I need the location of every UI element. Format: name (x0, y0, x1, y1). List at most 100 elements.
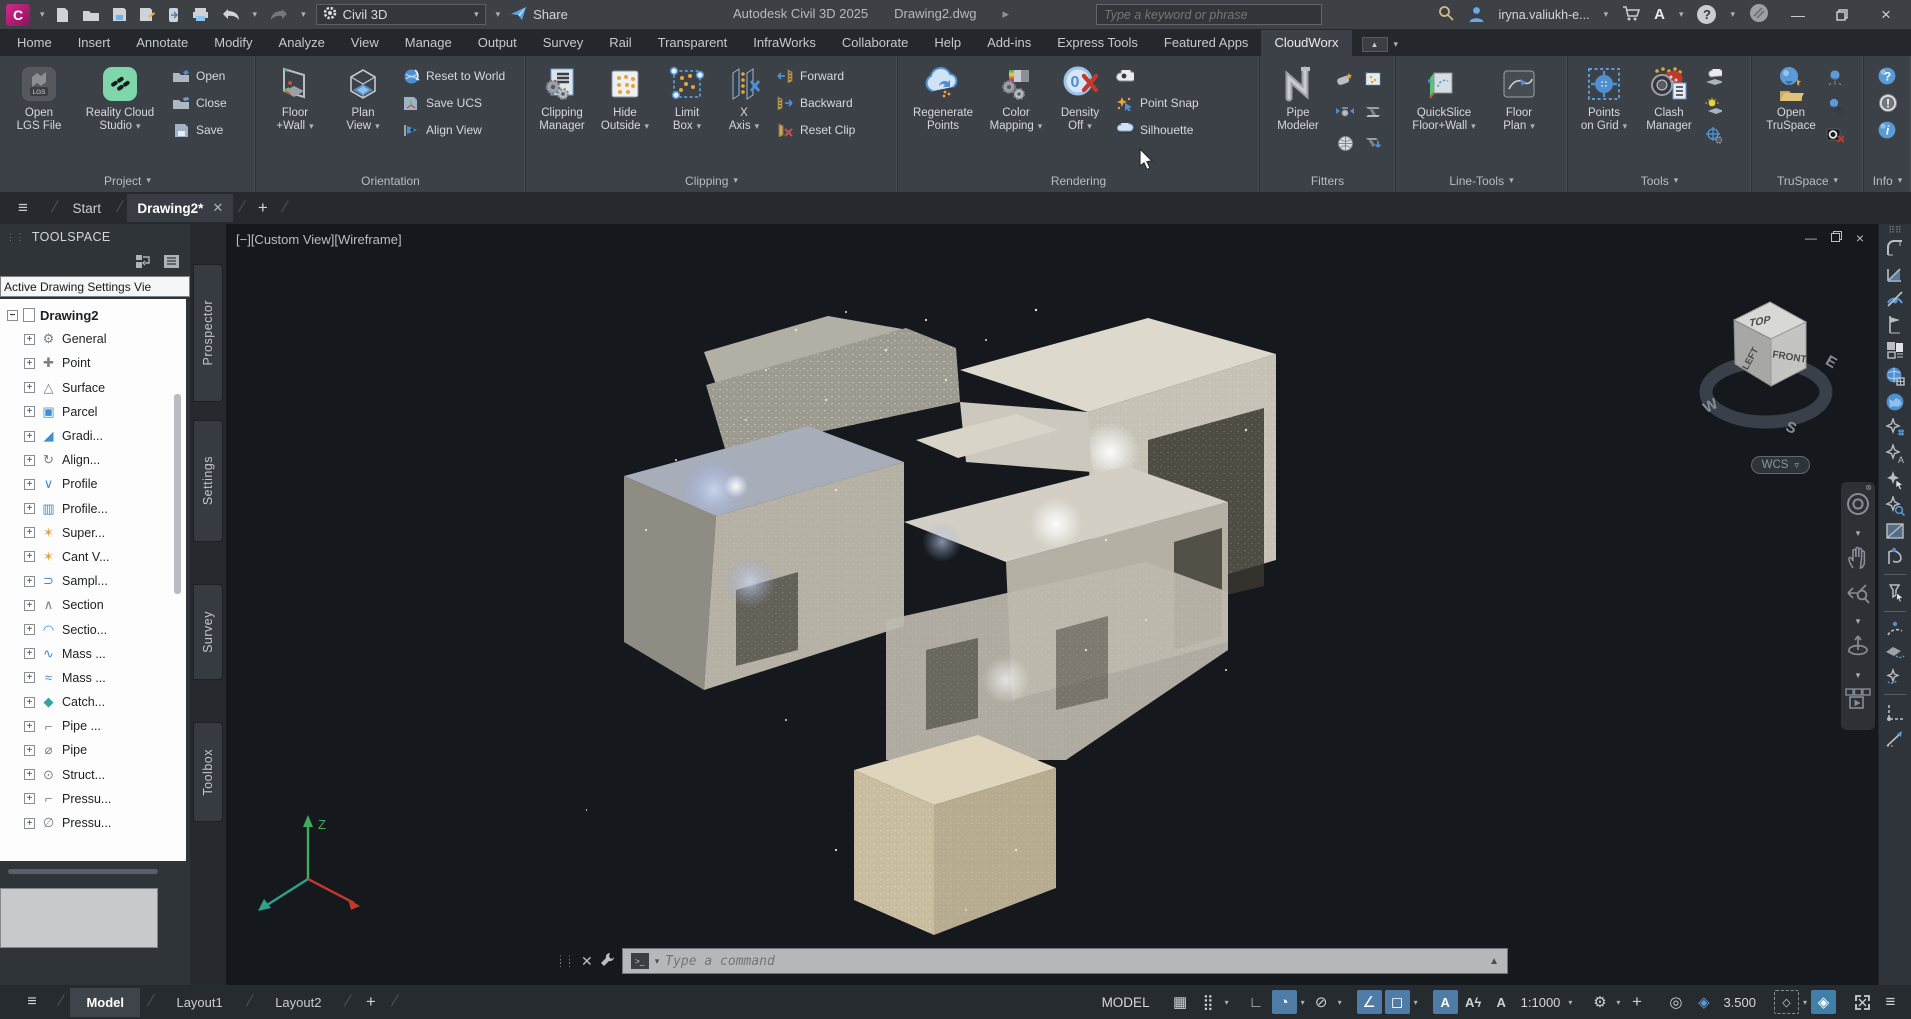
grid-display-icon[interactable]: ▦ (1168, 990, 1193, 1014)
tree-item-superelevation[interactable]: +✶Super... (0, 521, 186, 545)
snap-mode-icon[interactable]: ⣿ (1196, 990, 1221, 1014)
print-icon[interactable] (192, 7, 209, 22)
hide-outside-button[interactable]: Hide Outside▾ (594, 62, 656, 133)
tab-drawing2[interactable]: Drawing2*✕ (127, 194, 233, 222)
command-expand-icon[interactable]: ▲ (1489, 956, 1499, 967)
viewport-close-icon[interactable]: × (1856, 230, 1864, 246)
viewport-minimize-icon[interactable]: — (1805, 231, 1817, 245)
clipping-manager-button[interactable]: Clipping Manager (532, 62, 592, 133)
filter-select-icon[interactable] (1884, 583, 1906, 603)
command-chevron-icon[interactable]: ▾ (655, 956, 660, 967)
tools-cloud-plane-icon[interactable] (1704, 64, 1722, 90)
isometric-drafting-icon[interactable]: ⊘ (1309, 990, 1334, 1014)
isodraft-chevron-icon[interactable]: ▾ (1338, 998, 1342, 1007)
workspace-switch-chevron-icon[interactable]: ▾ (1616, 998, 1620, 1007)
tools-panel-label[interactable]: Tools▾ (1568, 169, 1751, 192)
color-mapping-button[interactable]: Color Mapping▾ (984, 62, 1048, 133)
save-icon[interactable] (112, 7, 127, 22)
drawing-viewport[interactable]: [−][Custom View][Wireframe] — × (226, 224, 1878, 985)
tree-scrollbar[interactable] (174, 394, 181, 594)
tree-item-general[interactable]: +⚙General (0, 327, 186, 351)
annotation-visibility-icon[interactable]: A (1433, 990, 1458, 1014)
cart-icon[interactable] (1622, 5, 1640, 24)
qat-customize-chevron-icon[interactable]: ▾ (496, 9, 501, 20)
open-lgs-file-button[interactable]: LGS Open LGS File (6, 62, 72, 133)
scale-chevron-icon[interactable]: ▾ (1568, 998, 1572, 1007)
annotation-monitor-icon[interactable]: + (1624, 990, 1649, 1014)
workspace-switch-icon[interactable]: ⚙ (1587, 990, 1612, 1014)
orientation-panel-label[interactable]: Orientation (256, 169, 525, 192)
help-icon[interactable]: ? (1697, 5, 1716, 24)
layout-sheet-icon[interactable] (1885, 340, 1905, 360)
collapse-box-icon[interactable]: − (7, 310, 18, 321)
surface-extract-icon[interactable] (1884, 644, 1906, 662)
tree-item-catchment[interactable]: +◆Catch... (0, 690, 186, 714)
project-open-button[interactable]: Open (168, 64, 231, 88)
command-grip-icon[interactable]: ⋮⋮⋮⋮ (556, 957, 574, 965)
regenerate-points-button[interactable]: Regenerate Points (904, 62, 982, 133)
fitter-align-valve-icon[interactable] (1332, 96, 1358, 126)
hide-point-cloud-icon[interactable] (1885, 290, 1905, 308)
point-style-hash-icon[interactable] (1885, 418, 1905, 438)
graphics-performance-icon[interactable]: ◈ (1811, 990, 1836, 1014)
tree-item-surface[interactable]: +△Surface (0, 376, 186, 400)
tree-root[interactable]: − Drawing2 (0, 303, 186, 327)
tab-manage[interactable]: Manage (392, 30, 465, 56)
point-zoom-icon[interactable] (1885, 496, 1905, 516)
align-view-button[interactable]: Align View (398, 118, 509, 142)
tab-featured-apps[interactable]: Featured Apps (1151, 30, 1262, 56)
command-input[interactable] (665, 954, 1483, 969)
info-panel-label[interactable]: Info▾ (1864, 169, 1911, 192)
image-frame-icon[interactable] (1885, 522, 1905, 540)
open-file-icon[interactable] (82, 8, 100, 22)
object-snap-tracking-icon[interactable]: ∠ (1357, 990, 1382, 1014)
snap-chevron-icon[interactable]: ▾ (1225, 998, 1229, 1007)
clash-manager-button[interactable]: Clash Manager (1636, 62, 1702, 133)
slope-arrow-icon[interactable] (1885, 729, 1905, 749)
ribbon-collapse-icon[interactable]: ▲ (1362, 37, 1388, 52)
tree-item-structure[interactable]: +⊙Struct... (0, 763, 186, 787)
toolspace-header[interactable]: ⋮⋮ TOOLSPACE (0, 224, 190, 250)
command-close-icon[interactable]: ✕ (581, 953, 593, 970)
cloud-camera-button[interactable] (1112, 64, 1203, 88)
point-select-icon[interactable] (1885, 470, 1905, 490)
tab-annotate[interactable]: Annotate (123, 30, 201, 56)
fitter-beam-arrow-icon[interactable] (1360, 128, 1386, 158)
grid-corner-icon[interactable] (1885, 703, 1905, 723)
tree-item-mass-haul-view[interactable]: +≈Mass ... (0, 666, 186, 690)
tools-target-gear-icon[interactable] (1704, 122, 1722, 148)
tab-home[interactable]: Home (4, 30, 65, 56)
user-name[interactable]: iryna.valiukh-e... (1499, 8, 1590, 22)
tab-cloudworx[interactable]: CloudWorx (1261, 30, 1351, 56)
tab-infraworks[interactable]: InfraWorks (740, 30, 829, 56)
share-button[interactable]: Share (510, 6, 568, 24)
app-menu-button[interactable]: C (6, 4, 30, 26)
annotation-scale-value[interactable]: 1:1000 (1517, 995, 1565, 1010)
tab-survey[interactable]: Survey (530, 30, 596, 56)
side-tab-toolbox[interactable]: Toolbox (193, 722, 223, 822)
settings-view-combo[interactable]: Active Drawing Settings Vie (0, 276, 190, 297)
fitter-globe-icon[interactable] (1332, 128, 1358, 158)
tree-item-alignment[interactable]: +↻Align... (0, 448, 186, 472)
customization-menu-icon[interactable]: ≡ (1878, 990, 1903, 1014)
tree-item-profile[interactable]: +∨Profile (0, 472, 186, 496)
tab-modify[interactable]: Modify (201, 30, 265, 56)
tab-insert[interactable]: Insert (65, 30, 124, 56)
x-axis-button[interactable]: X Axis▾ (718, 62, 770, 133)
search-input[interactable] (1104, 8, 1314, 22)
tab-output[interactable]: Output (465, 30, 530, 56)
truspace-panel-label[interactable]: TruSpace▾ (1752, 169, 1863, 192)
annotation-scale-icon[interactable]: A (1489, 990, 1514, 1014)
pan-hand-icon[interactable] (1847, 546, 1869, 575)
tab-help[interactable]: Help (921, 30, 974, 56)
save-ucs-button[interactable]: Save UCS (398, 91, 509, 115)
tab-rail[interactable]: Rail (596, 30, 644, 56)
zoom-chevron-icon[interactable]: ▾ (1856, 616, 1861, 627)
selection-chevron-icon[interactable]: ▾ (1803, 998, 1807, 1007)
toolspace-grip-icon[interactable]: ⋮⋮ (6, 235, 25, 239)
point-label-icon[interactable]: A (1885, 444, 1905, 464)
clean-screen-icon[interactable] (1850, 990, 1875, 1014)
tab-collaborate[interactable]: Collaborate (829, 30, 922, 56)
tree-item-parcel[interactable]: +▣Parcel (0, 400, 186, 424)
command-bar[interactable]: ⋮⋮⋮⋮ ✕ >_ ▾ ▲ (556, 946, 1508, 976)
